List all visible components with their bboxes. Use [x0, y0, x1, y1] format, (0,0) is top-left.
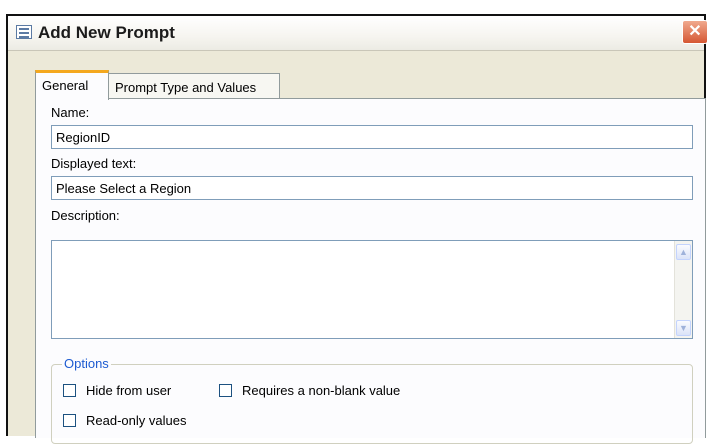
name-field[interactable]: RegionID — [51, 125, 693, 149]
scroll-down-button[interactable]: ▼ — [676, 320, 691, 336]
options-legend: Options — [62, 356, 111, 371]
add-new-prompt-dialog: Add New Prompt ✕ General Prompt Type and… — [6, 14, 708, 444]
hide-from-user-label: Hide from user — [86, 383, 172, 398]
requires-non-blank-option[interactable]: Requires a non-blank value — [219, 383, 400, 398]
dialog-icon — [16, 25, 32, 39]
read-only-values-checkbox[interactable] — [63, 414, 76, 427]
general-tab-panel: Name: RegionID Displayed text: Please Se… — [35, 98, 706, 444]
window-title: Add New Prompt — [38, 23, 175, 42]
read-only-values-option[interactable]: Read-only values — [63, 413, 186, 428]
description-field[interactable]: ▲ ▼ — [51, 240, 693, 339]
options-group: Options Hide from user Requires a non-bl… — [51, 356, 693, 444]
name-label: Name: — [51, 105, 90, 120]
close-button[interactable]: ✕ — [682, 20, 708, 44]
read-only-values-label: Read-only values — [86, 413, 187, 428]
tab-prompt-type-and-values[interactable]: Prompt Type and Values — [108, 73, 280, 99]
description-label: Description: — [51, 208, 120, 223]
description-scrollbar[interactable]: ▲ ▼ — [674, 241, 692, 338]
scroll-up-button[interactable]: ▲ — [676, 244, 691, 260]
requires-non-blank-label: Requires a non-blank value — [242, 383, 401, 398]
hide-from-user-option[interactable]: Hide from user — [63, 383, 171, 398]
hide-from-user-checkbox[interactable] — [63, 384, 76, 397]
requires-non-blank-checkbox[interactable] — [219, 384, 232, 397]
tab-general[interactable]: General — [35, 70, 109, 100]
displayed-text-label: Displayed text: — [51, 156, 137, 171]
displayed-text-field[interactable]: Please Select a Region — [51, 176, 693, 200]
title-bar[interactable]: Add New Prompt ✕ — [8, 16, 708, 51]
